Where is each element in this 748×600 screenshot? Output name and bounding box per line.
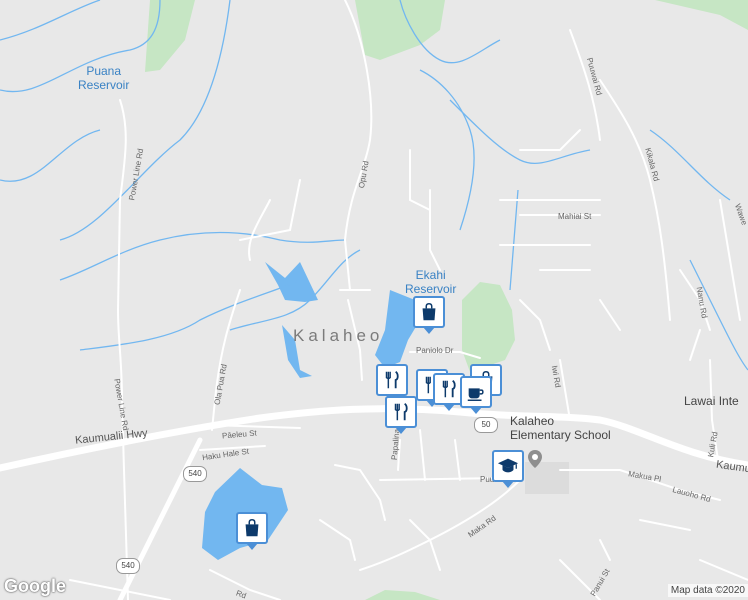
fork-knife-icon [442,379,456,398]
poi-pin-restaurant[interactable] [376,364,408,402]
route-shield-540-b: 540 [116,558,140,574]
puana-reservoir-label: Puana Reservoir [78,64,130,92]
shopping-bag-icon [245,519,259,537]
road-label-mahiai: Mahiai St [558,212,592,221]
coffee-cup-icon [467,388,484,401]
poi-pin-school[interactable] [492,450,524,488]
fork-knife-icon [394,402,408,421]
route-shield-50: 50 [474,417,498,433]
road-label-paniolo: Paniolo Dr [416,346,454,355]
fork-knife-icon [385,370,399,389]
poi-pin-restaurant[interactable] [385,396,417,434]
poi-pin-cafe[interactable] [460,376,492,414]
school-label: Kalaheo Elementary School [510,414,611,442]
route-shield-540-a: 540 [183,466,207,482]
town-label: Kalaheo [293,326,384,345]
map-attribution[interactable]: Map data ©2020 [667,584,748,597]
google-logo[interactable]: Google [4,576,66,597]
school-place-marker-icon[interactable] [528,450,542,468]
graduation-cap-icon [497,458,519,473]
poi-pin-shopping[interactable] [413,296,445,334]
shopping-bag-icon [422,303,436,321]
poi-pin-shopping[interactable] [236,512,268,550]
map-canvas[interactable]: Puana Reservoir Ekahi Reservoir Kalaheo … [0,0,748,600]
ekahi-reservoir-label: Ekahi Reservoir [405,268,457,296]
place-label-lawai: Lawai Inte [684,394,739,408]
